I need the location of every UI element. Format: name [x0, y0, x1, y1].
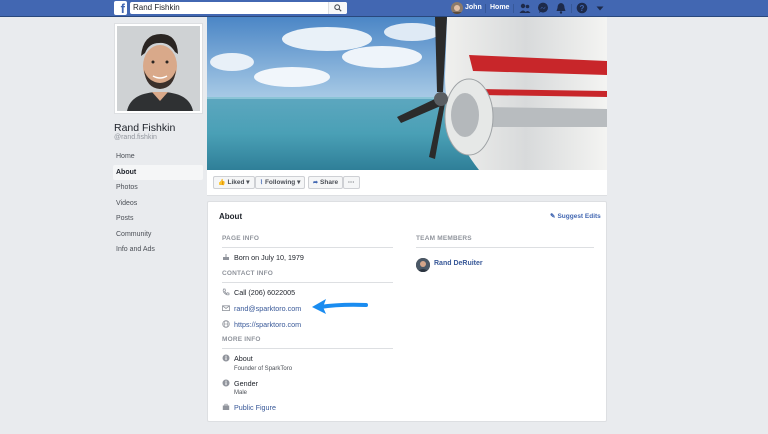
- rss-icon: ⌇: [260, 180, 263, 186]
- gender-row: Gender: [222, 379, 258, 388]
- friend-requests-icon[interactable]: [519, 2, 531, 14]
- top-nav-bar: f Rand Fishkin John Home ?: [0, 0, 768, 17]
- search-button[interactable]: [328, 2, 347, 14]
- more-options-button[interactable]: ···: [343, 176, 360, 189]
- user-avatar[interactable]: [451, 2, 463, 14]
- page-left-nav: Home About Photos Videos Posts Community…: [113, 149, 203, 258]
- globe-icon: [222, 320, 230, 328]
- phone-text: Call (206) 6022005: [234, 288, 296, 297]
- gender-label: Gender: [234, 379, 258, 388]
- share-label: Share: [320, 179, 339, 186]
- following-button[interactable]: ⌇ Following ▾: [255, 176, 306, 189]
- page-name-heading[interactable]: Rand Fishkin: [114, 122, 175, 134]
- messenger-icon[interactable]: [537, 2, 549, 14]
- team-member-avatar[interactable]: [416, 258, 430, 272]
- info-circle-icon: [222, 379, 230, 387]
- more-info-header: MORE INFO: [222, 336, 261, 343]
- email-row[interactable]: rand@sparktoro.com: [222, 304, 301, 313]
- phone-row[interactable]: Call (206) 6022005: [222, 288, 295, 297]
- birthday-cake-icon: [222, 253, 230, 261]
- section-divider: [222, 348, 393, 349]
- about-value: Founder of SparkToro: [234, 366, 293, 372]
- left-nav-item-info-and-ads[interactable]: Info and Ads: [113, 242, 203, 258]
- team-member-name-link[interactable]: Rand DeRuiter: [434, 260, 483, 267]
- thumbs-up-icon: 👍: [218, 180, 226, 186]
- share-arrow-icon: ➦: [313, 180, 319, 186]
- nav-divider: [485, 4, 486, 13]
- category-row[interactable]: Public Figure: [222, 403, 276, 412]
- left-nav-item-photos[interactable]: Photos: [113, 180, 203, 196]
- page-info-header: PAGE INFO: [222, 235, 260, 242]
- section-divider: [222, 247, 393, 248]
- section-divider: [222, 282, 393, 283]
- facebook-logo-icon[interactable]: f: [114, 1, 127, 15]
- share-button[interactable]: ➦ Share: [308, 176, 344, 189]
- nav-divider: [571, 4, 572, 13]
- search-icon: [334, 4, 342, 12]
- following-label: Following: [264, 179, 296, 186]
- birthday-row: Born on July 10, 1979: [222, 253, 304, 262]
- email-link[interactable]: rand@sparktoro.com: [234, 304, 301, 313]
- about-row: About: [222, 354, 253, 363]
- search-input-value: Rand Fishkin: [133, 3, 180, 12]
- page-username[interactable]: @rand.fishkin: [114, 134, 157, 141]
- pencil-icon: ✎: [550, 213, 556, 220]
- svg-text:?: ?: [580, 4, 585, 13]
- info-circle-icon: [222, 354, 230, 362]
- birthday-text: Born on July 10, 1979: [234, 253, 304, 262]
- website-row[interactable]: https://sparktoro.com: [222, 320, 301, 329]
- page-action-bar: 👍 Liked ▾ ⌇ Following ▾ ➦ Share ···: [207, 170, 607, 196]
- liked-button[interactable]: 👍 Liked ▾: [213, 176, 255, 189]
- section-divider: [416, 247, 594, 248]
- left-nav-item-videos[interactable]: Videos: [113, 196, 203, 212]
- about-card: About ✎ Suggest Edits PAGE INFO Born on J…: [207, 201, 607, 422]
- website-link[interactable]: https://sparktoro.com: [234, 320, 301, 329]
- nav-divider: [513, 4, 514, 13]
- email-envelope-icon: [222, 304, 230, 312]
- left-nav-item-home[interactable]: Home: [113, 149, 203, 165]
- left-nav-item-community[interactable]: Community: [113, 227, 203, 243]
- team-members-header: TEAM MEMBERS: [416, 235, 472, 242]
- cover-photo[interactable]: [207, 17, 607, 170]
- suggest-edits-link[interactable]: ✎ Suggest Edits: [550, 212, 601, 220]
- liked-label: Liked: [227, 179, 245, 186]
- left-nav-item-about[interactable]: About: [113, 164, 203, 180]
- about-label: About: [234, 354, 253, 363]
- suggest-edits-label: Suggest Edits: [557, 213, 601, 220]
- gender-value: Male: [234, 390, 248, 396]
- annotation-arrow-icon: [312, 299, 368, 314]
- home-link[interactable]: Home: [490, 2, 509, 14]
- phone-icon: [222, 288, 230, 296]
- account-menu-chevron-down-icon[interactable]: [594, 2, 606, 14]
- notifications-bell-icon[interactable]: [555, 2, 567, 14]
- left-nav-item-posts[interactable]: Posts: [113, 211, 203, 227]
- briefcase-icon: [222, 403, 230, 411]
- user-name-link[interactable]: John: [465, 2, 482, 14]
- help-icon[interactable]: ?: [576, 2, 588, 14]
- contact-info-header: CONTACT INFO: [222, 270, 274, 277]
- profile-picture[interactable]: [114, 23, 203, 114]
- category-link[interactable]: Public Figure: [234, 403, 276, 412]
- about-card-title: About: [219, 212, 243, 221]
